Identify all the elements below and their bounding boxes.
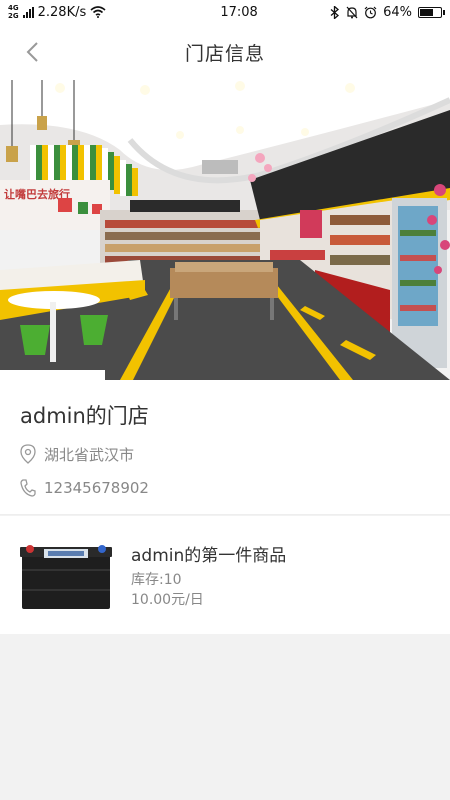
- store-address: 湖北省武汉市: [44, 445, 135, 464]
- back-button[interactable]: [18, 38, 46, 66]
- product-stock: 库存:10: [131, 571, 182, 588]
- chevron-left-icon: [26, 42, 38, 62]
- network-type: 4G 2G: [8, 4, 19, 20]
- store-phone[interactable]: 12345678902: [44, 479, 149, 497]
- bluetooth-icon: [330, 5, 340, 19]
- network-type-top: 4G: [8, 4, 19, 12]
- product-info: admin的第一件商品 库存:10 10.00元/日: [131, 541, 286, 610]
- status-bar: 4G 2G 2.28K/s 17:08 64%: [0, 0, 450, 24]
- store-name: admin的门店: [20, 404, 149, 428]
- wifi-icon: [90, 6, 106, 18]
- network-speed: 2.28K/s: [37, 4, 87, 20]
- store-address-row: 湖北省武汉市: [20, 444, 430, 464]
- mute-bell-icon: [346, 6, 358, 18]
- product-price: 10.00元/日: [131, 591, 204, 608]
- signal-icon: [22, 6, 34, 18]
- status-time: 17:08: [220, 4, 258, 20]
- alarm-icon: [364, 6, 377, 18]
- battery-percent: 64%: [383, 4, 412, 20]
- product-item[interactable]: admin的第一件商品 库存:10 10.00元/日: [0, 516, 450, 634]
- status-left: 4G 2G 2.28K/s: [8, 4, 178, 20]
- battery-icon: [418, 6, 445, 18]
- navigation-bar: 门店信息: [0, 24, 450, 80]
- product-image: [20, 545, 112, 609]
- store-interior-image: 让嘴巴去旅行: [0, 80, 450, 380]
- store-photo: 让嘴巴去旅行: [0, 80, 450, 380]
- status-right: 64%: [330, 4, 445, 20]
- battery-level-fill: [420, 8, 433, 16]
- product-name: admin的第一件商品: [131, 545, 287, 566]
- store-info: admin的门店 湖北省武汉市 12345678902: [0, 380, 450, 515]
- page-title: 门店信息: [184, 42, 265, 65]
- network-type-bottom: 2G: [8, 12, 19, 20]
- store-phone-row[interactable]: 12345678902: [20, 478, 430, 498]
- phone-icon: [20, 479, 36, 497]
- location-pin-icon: [20, 444, 36, 464]
